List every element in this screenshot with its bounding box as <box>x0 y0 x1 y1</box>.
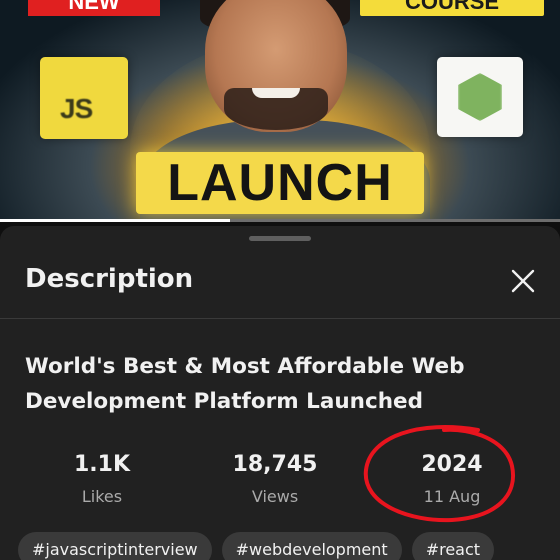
video-title: World's Best & Most Affordable Web Devel… <box>25 354 465 414</box>
description-sheet: Description World's Best & Most Affordab… <box>0 226 560 560</box>
views-count: 18,745 <box>232 452 318 477</box>
hashtag-chip[interactable]: #react <box>411 532 495 560</box>
views-label: Views <box>251 487 299 506</box>
video-progress-bar[interactable] <box>0 219 560 222</box>
sheet-title: Description <box>25 264 194 294</box>
javascript-logo: JS <box>40 57 128 139</box>
likes-label: Likes <box>81 487 123 506</box>
drag-handle[interactable] <box>249 236 311 241</box>
nodejs-hex-icon <box>458 73 502 121</box>
presenter-smile <box>252 88 300 98</box>
close-button[interactable] <box>508 266 538 296</box>
javascript-logo-text: JS <box>60 93 93 124</box>
video-player[interactable]: NEW COURSE JS LAUNCH <box>0 0 560 222</box>
divider <box>0 318 560 319</box>
hashtag-list: #javascriptinterview #webdevelopment #re… <box>18 532 495 560</box>
annotation-circle <box>363 425 515 523</box>
likes-count: 1.1K <box>73 452 131 477</box>
likes-stat: 1.1K Likes <box>27 452 177 506</box>
close-icon <box>511 269 535 293</box>
video-progress-fill <box>0 219 230 222</box>
course-badge: COURSE <box>360 0 544 16</box>
hashtag-chip[interactable]: #javascriptinterview <box>18 532 212 560</box>
hashtag-chip[interactable]: #webdevelopment <box>221 532 402 560</box>
views-stat: 18,745 Views <box>200 452 350 506</box>
new-badge: NEW <box>28 0 160 16</box>
nodejs-logo <box>437 57 523 137</box>
launch-banner: LAUNCH <box>136 152 424 214</box>
